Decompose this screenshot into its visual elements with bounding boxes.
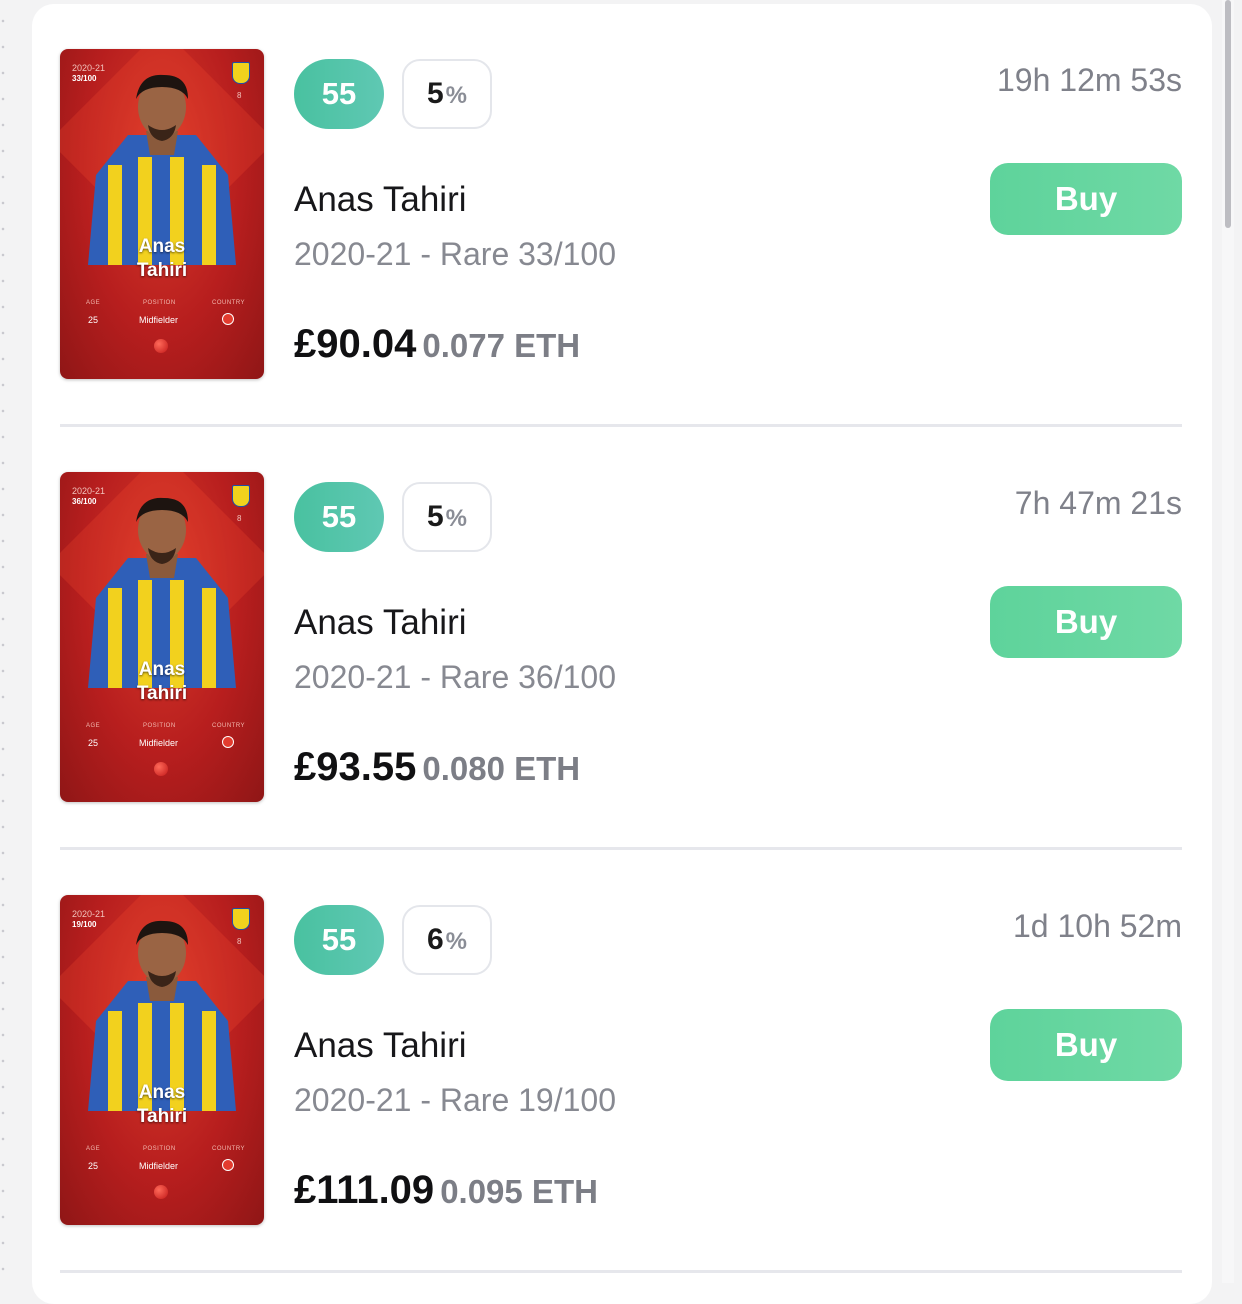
card-edition: 2020-21 - Rare 19/100 bbox=[294, 1082, 616, 1118]
card-serial: 36/100 bbox=[72, 497, 97, 506]
card-player-name: Anas Tahiri bbox=[60, 1081, 264, 1129]
bonus-badge: 5% bbox=[402, 59, 492, 129]
card-name-line1: Anas bbox=[138, 236, 186, 257]
bonus-value: 5 bbox=[426, 77, 444, 110]
card-name-line2: Tahiri bbox=[136, 1106, 188, 1127]
listing-row[interactable]: 2020-21 19/100 8 Anas Tahiri AGE POSITIO… bbox=[32, 850, 1212, 1273]
card-age: 25 bbox=[88, 1161, 99, 1171]
score-badge: 55 bbox=[294, 905, 384, 975]
card-serial: 33/100 bbox=[72, 74, 97, 83]
card-age-label: AGE bbox=[86, 300, 101, 306]
score-badge: 55 bbox=[294, 482, 384, 552]
price: £111.09 0.095 ETH bbox=[294, 1168, 598, 1213]
bonus-badge: 6% bbox=[402, 905, 492, 975]
card-position-label: POSITION bbox=[143, 1146, 176, 1152]
card-shirt-number: 8 bbox=[237, 91, 242, 100]
price-eth: 0.095 ETH bbox=[440, 1173, 598, 1210]
card-name-line1: Anas bbox=[138, 659, 186, 680]
player-card-image[interactable]: 2020-21 36/100 8 Anas Tahiri AGE POSITIO… bbox=[60, 472, 264, 802]
club-crest-icon bbox=[232, 908, 250, 930]
time-left: 19h 12m 53s bbox=[996, 62, 1182, 98]
card-country-label: COUNTRY bbox=[212, 300, 246, 306]
card-position-label: POSITION bbox=[143, 300, 176, 306]
player-name[interactable]: Anas Tahiri bbox=[294, 180, 467, 220]
price-fiat: £90.04 bbox=[294, 322, 417, 366]
player-name[interactable]: Anas Tahiri bbox=[294, 603, 467, 643]
card-edition: 2020-21 - Rare 36/100 bbox=[294, 659, 616, 695]
card-age-label: AGE bbox=[86, 1146, 101, 1152]
price-eth: 0.080 ETH bbox=[422, 750, 581, 787]
player-name[interactable]: Anas Tahiri bbox=[294, 1026, 467, 1066]
page-edge-dots bbox=[0, 0, 6, 1283]
buy-button[interactable]: Buy bbox=[990, 1009, 1182, 1081]
card-name-line2: Tahiri bbox=[136, 260, 188, 281]
card-age: 25 bbox=[88, 738, 99, 748]
card-country-label: COUNTRY bbox=[212, 723, 246, 729]
card-position-label: POSITION bbox=[143, 723, 176, 729]
price: £93.55 0.080 ETH bbox=[294, 745, 580, 790]
buy-button[interactable]: Buy bbox=[990, 586, 1182, 658]
bonus-value: 6 bbox=[426, 923, 444, 956]
price-eth: 0.077 ETH bbox=[422, 327, 581, 364]
listing-row[interactable]: 2020-21 33/100 8 Anas Tahiri AGE POSITIO… bbox=[32, 4, 1212, 427]
listings-panel: 2020-21 33/100 8 Anas Tahiri AGE POSITIO… bbox=[32, 4, 1212, 1304]
bonus-value: 5 bbox=[426, 500, 444, 533]
club-crest-icon bbox=[232, 485, 250, 507]
score-badge: 55 bbox=[294, 59, 384, 129]
time-left: 1d 10h 52m bbox=[1012, 908, 1182, 944]
card-country-label: COUNTRY bbox=[212, 1146, 246, 1152]
time-left: 7h 47m 21s bbox=[1014, 485, 1182, 521]
card-shirt-number: 8 bbox=[237, 514, 242, 523]
price-fiat: £111.09 bbox=[294, 1168, 435, 1212]
card-player-name: Anas Tahiri bbox=[60, 235, 264, 283]
buy-button[interactable]: Buy bbox=[990, 163, 1182, 235]
club-crest-icon bbox=[232, 62, 250, 84]
card-edition: 2020-21 - Rare 33/100 bbox=[294, 236, 616, 272]
card-rarity-ball-icon bbox=[154, 1185, 168, 1199]
card-name-line1: Anas bbox=[138, 1082, 186, 1103]
card-rarity-ball-icon bbox=[154, 339, 168, 353]
player-card-image[interactable]: 2020-21 19/100 8 Anas Tahiri AGE POSITIO… bbox=[60, 895, 264, 1225]
percent-icon: % bbox=[445, 505, 468, 532]
card-player-name: Anas Tahiri bbox=[60, 658, 264, 706]
percent-icon: % bbox=[445, 82, 468, 109]
card-position: Midfielder bbox=[139, 1161, 179, 1171]
card-shirt-number: 8 bbox=[237, 937, 242, 946]
card-serial: 19/100 bbox=[72, 920, 97, 929]
card-age: 25 bbox=[88, 315, 99, 325]
card-season: 2020-21 bbox=[72, 909, 106, 919]
card-season: 2020-21 bbox=[72, 63, 106, 73]
card-season: 2020-21 bbox=[72, 486, 106, 496]
country-flag-icon bbox=[222, 736, 234, 748]
bonus-badge: 5% bbox=[402, 482, 492, 552]
card-name-line2: Tahiri bbox=[136, 683, 188, 704]
card-position: Midfielder bbox=[139, 738, 179, 748]
country-flag-icon bbox=[222, 1159, 234, 1171]
price-fiat: £93.55 bbox=[294, 745, 417, 789]
card-age-label: AGE bbox=[86, 723, 101, 729]
percent-icon: % bbox=[445, 928, 468, 955]
card-position: Midfielder bbox=[139, 315, 179, 325]
price: £90.04 0.077 ETH bbox=[294, 322, 580, 367]
player-card-image[interactable]: 2020-21 33/100 8 Anas Tahiri AGE POSITIO… bbox=[60, 49, 264, 379]
row-divider bbox=[60, 1270, 1182, 1273]
card-rarity-ball-icon bbox=[154, 762, 168, 776]
country-flag-icon bbox=[222, 313, 234, 325]
scrollbar-thumb[interactable] bbox=[1225, 0, 1231, 228]
listing-row[interactable]: 2020-21 36/100 8 Anas Tahiri AGE POSITIO… bbox=[32, 427, 1212, 850]
